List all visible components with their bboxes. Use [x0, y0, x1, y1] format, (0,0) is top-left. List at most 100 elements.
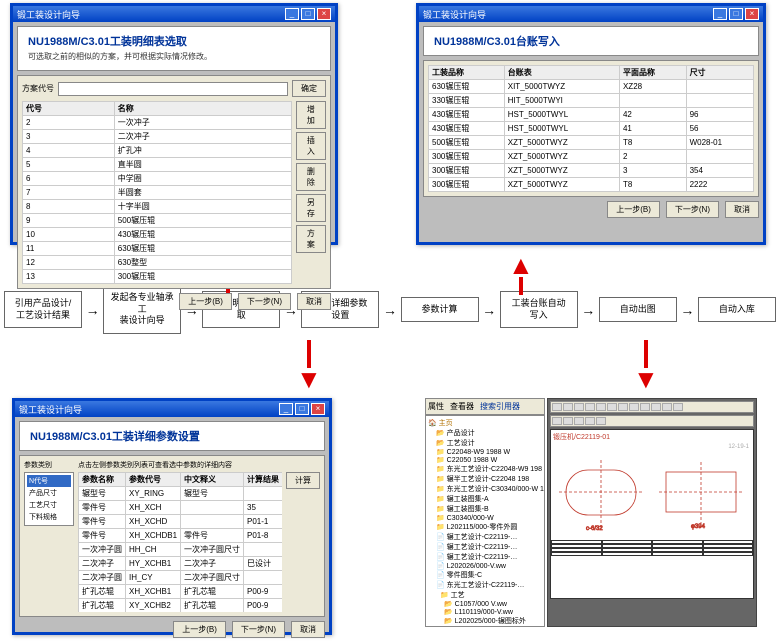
tool-icon[interactable]	[651, 403, 661, 411]
ledger-table[interactable]: 工装品称台账表平面品称尺寸630辗压辊XIT_5000TWYZXZ28330辗压…	[428, 65, 754, 192]
tree-item[interactable]: 📁 东光工艺设计-C30340/000-W 198	[428, 484, 542, 494]
table-row[interactable]: 零件号XH_XCHDB1零件号P01-8	[79, 529, 283, 543]
prev-button[interactable]: 上一步(B)	[173, 621, 226, 638]
table-row[interactable]: 6中学圈	[23, 172, 292, 186]
tree-item[interactable]: 📁 辗工装图集-B	[428, 504, 542, 514]
category-item[interactable]: 下料规格	[27, 511, 71, 523]
table-row[interactable]: 13300辗压辊	[23, 270, 292, 284]
table-row[interactable]: 5直半圆	[23, 158, 292, 172]
minimize-icon[interactable]: _	[285, 8, 299, 20]
close-icon[interactable]: ×	[745, 8, 759, 20]
tab-viewer[interactable]: 查看器	[450, 401, 474, 412]
tree-item[interactable]: 📄 L202026/000-V.ww	[428, 562, 542, 570]
category-item[interactable]: 工艺尺寸	[27, 499, 71, 511]
delete-button[interactable]: 删除	[296, 163, 326, 191]
category-item[interactable]: N代号	[27, 475, 71, 487]
table-row[interactable]: 10430辗压辊	[23, 228, 292, 242]
table-row[interactable]: 二次冲子HY_XCHB1二次冲子巳设计	[79, 557, 283, 571]
table-row[interactable]: 630辗压辊XIT_5000TWYZXZ28	[429, 80, 754, 94]
prev-button[interactable]: 上一步(B)	[179, 293, 232, 310]
tool-icon[interactable]	[640, 403, 650, 411]
table-row[interactable]: 4扩孔冲	[23, 144, 292, 158]
table-row[interactable]: 扩孔芯辊XH_XCHB1扩孔芯辊P00-9	[79, 585, 283, 599]
table-row[interactable]: 430辗压辊HST_5000TWYL4296	[429, 108, 754, 122]
table-row[interactable]: 一次冲子圆HH_CH一次冲子圆尺寸	[79, 543, 283, 557]
tree-item[interactable]: 📂 L110119/000-V.ww	[428, 608, 542, 616]
table-row[interactable]: 9500辗压辊	[23, 214, 292, 228]
tool-icon[interactable]	[673, 403, 683, 411]
tool-icon[interactable]	[629, 403, 639, 411]
scheme-input[interactable]	[58, 82, 288, 96]
minimize-icon[interactable]: _	[279, 403, 293, 415]
tool-icon[interactable]	[552, 417, 562, 425]
tree-item[interactable]: 📁 工艺	[428, 590, 542, 600]
cancel-button[interactable]: 取消	[291, 621, 325, 638]
table-row[interactable]: 500辗压辊XZT_5000TWYZT8W028-01	[429, 136, 754, 150]
table-row[interactable]: 3二次冲子	[23, 130, 292, 144]
tool-icon[interactable]	[574, 403, 584, 411]
saveas-button[interactable]: 另存	[296, 194, 326, 222]
close-icon[interactable]: ×	[311, 403, 325, 415]
tree-item[interactable]: 📄 东光工艺设计-C22119-…	[428, 580, 542, 590]
cancel-button[interactable]: 取消	[297, 293, 331, 310]
toolbar[interactable]	[550, 401, 754, 413]
table-row[interactable]: 11630辗压辊	[23, 242, 292, 256]
minimize-icon[interactable]: _	[713, 8, 727, 20]
table-row[interactable]: 300辗压辊XZT_5000TWYZ3354	[429, 164, 754, 178]
add-button[interactable]: 增加	[296, 101, 326, 129]
next-button[interactable]: 下一步(N)	[238, 293, 291, 310]
tree-item[interactable]: 📁 C22048-W9 1988 W	[428, 448, 542, 456]
tool-icon[interactable]	[552, 403, 562, 411]
tree-item[interactable]: 📂 产品设计	[428, 428, 542, 438]
tree-item[interactable]: 📄 辗工艺设计-C22119-…	[428, 542, 542, 552]
table-row[interactable]: 300辗压辊XZT_5000TWYZ2	[429, 150, 754, 164]
tree-item[interactable]: 📁 C30340/000-W	[428, 514, 542, 522]
titlebar[interactable]: 锻工装设计向导 _ □ ×	[15, 401, 329, 417]
table-row[interactable]: 300辗压辊XZT_5000TWYZT82222	[429, 178, 754, 192]
tool-icon[interactable]	[563, 403, 573, 411]
param-table[interactable]: 参数名称参数代号中文释义计算结果辗型号XY_RING辗型号零件号XH_XCH35…	[78, 472, 282, 612]
confirm-button[interactable]: 确定	[292, 80, 326, 97]
table-row[interactable]: 330辗压辊HIT_5000TWYI	[429, 94, 754, 108]
titlebar[interactable]: 锻工装设计向导 _ □ ×	[419, 6, 763, 22]
table-row[interactable]: 零件号XH_XCHDP01-1	[79, 515, 283, 529]
table-row[interactable]: 8十字半圆	[23, 200, 292, 214]
prev-button[interactable]: 上一步(B)	[607, 201, 660, 218]
next-button[interactable]: 下一步(N)	[666, 201, 719, 218]
category-list[interactable]: N代号产品尺寸工艺尺寸下料规格	[24, 472, 74, 526]
table-row[interactable]: 7半圆套	[23, 186, 292, 200]
tool-icon[interactable]	[596, 417, 606, 425]
tool-icon[interactable]	[563, 417, 573, 425]
tool-icon[interactable]	[574, 417, 584, 425]
tool-icon[interactable]	[596, 403, 606, 411]
tree-item[interactable]: 📄 辗工艺设计-C22119-…	[428, 532, 542, 542]
bom-table[interactable]: 代号名称2一次冲子3二次冲子4扩孔冲5直半圆6中学圈7半圆套8十字半圆9500辗…	[22, 101, 292, 284]
tree-item[interactable]: 📂 L202026/000-V.ww	[428, 626, 542, 627]
maximize-icon[interactable]: □	[301, 8, 315, 20]
calc-button[interactable]: 计算	[286, 472, 320, 489]
tree-item[interactable]: 📁 C22050 1988 W	[428, 456, 542, 464]
titlebar[interactable]: 锻工装设计向导 _ □ ×	[13, 6, 335, 22]
tree-item[interactable]: 📄 零件图集-C	[428, 570, 542, 580]
tree-item[interactable]: 📂 C1057/000 V.ww	[428, 600, 542, 608]
tool-icon[interactable]	[662, 403, 672, 411]
toolbar-2[interactable]	[550, 415, 754, 427]
table-row[interactable]: 2一次冲子	[23, 116, 292, 130]
cancel-button[interactable]: 取消	[725, 201, 759, 218]
table-row[interactable]: 扩孔芯辊XY_XCHB2扩孔芯辊P00-9	[79, 599, 283, 613]
table-row[interactable]: 二次冲子圆IH_CY二次冲子圆尺寸	[79, 571, 283, 585]
maximize-icon[interactable]: □	[295, 403, 309, 415]
table-row[interactable]: 辗型号XY_RING辗型号	[79, 487, 283, 501]
insert-button[interactable]: 插入	[296, 132, 326, 160]
tree-root[interactable]: 🏠 主页	[428, 418, 542, 428]
tree-item[interactable]: 📄 辗工艺设计-C22119-…	[428, 552, 542, 562]
table-row[interactable]: 12630整型	[23, 256, 292, 270]
tree-item[interactable]: 📁 东光工艺设计-C22048-W9 198	[428, 464, 542, 474]
tool-icon[interactable]	[585, 417, 595, 425]
tree-item[interactable]: 📁 L202115/000-零件外圆	[428, 522, 542, 532]
table-row[interactable]: 430辗压辊HST_5000TWYL4156	[429, 122, 754, 136]
table-row[interactable]: 零件号XH_XCH35	[79, 501, 283, 515]
maximize-icon[interactable]: □	[729, 8, 743, 20]
next-button[interactable]: 下一步(N)	[232, 621, 285, 638]
category-item[interactable]: 产品尺寸	[27, 487, 71, 499]
